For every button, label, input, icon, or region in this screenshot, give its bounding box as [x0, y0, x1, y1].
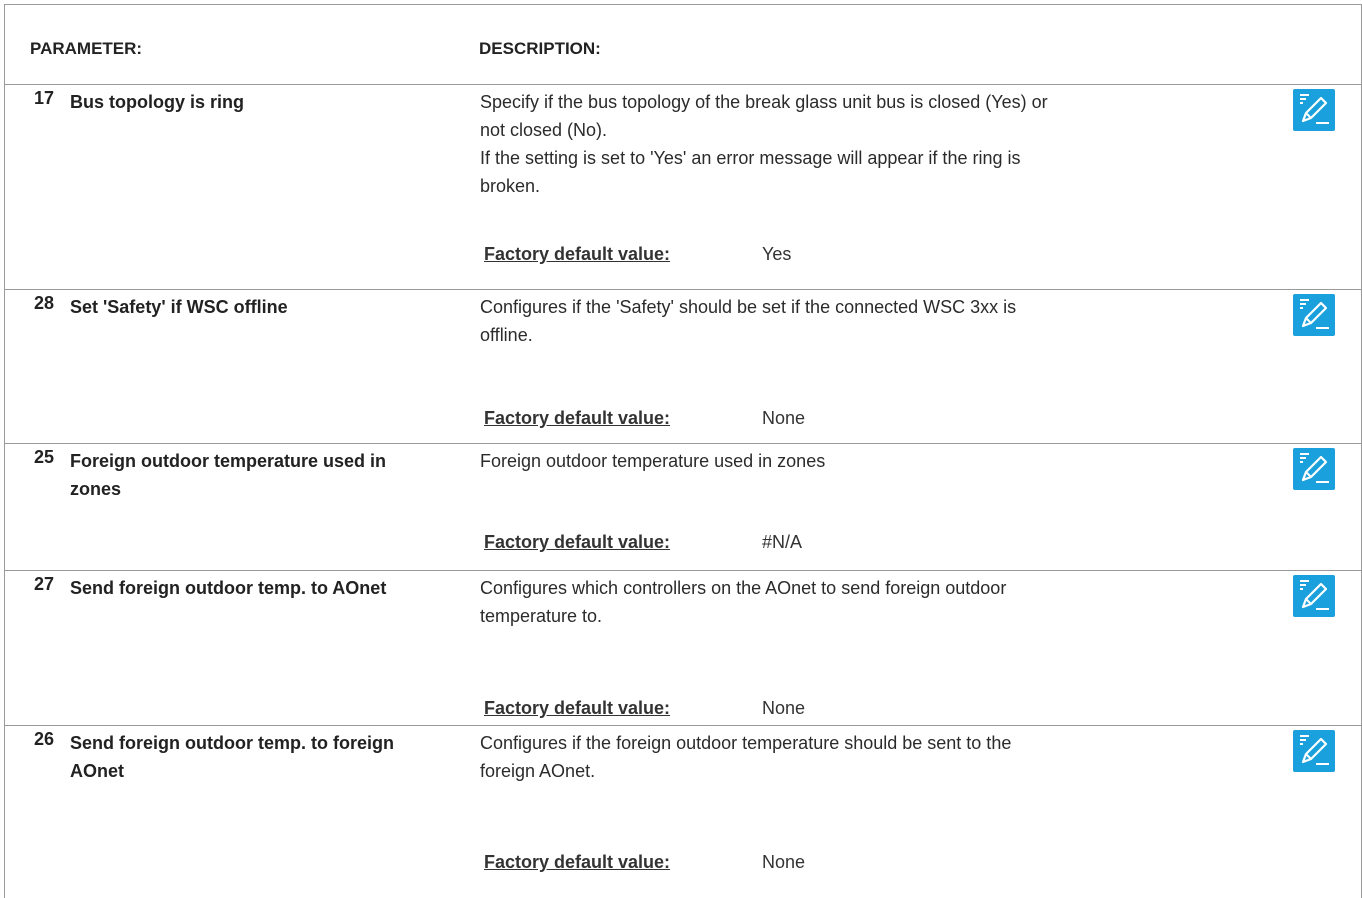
parameter-description: Configures if the 'Safety' should be set…	[480, 297, 1017, 345]
factory-default: Factory default value: #N/A	[484, 528, 802, 556]
parameter-description: Foreign outdoor temperature used in zone…	[480, 451, 826, 471]
parameter-description: Specify if the bus topology of the break…	[480, 92, 1048, 196]
description-column-header: DESCRIPTION:	[479, 39, 601, 58]
parameter-name: Foreign outdoor temperature used in zone…	[70, 451, 387, 499]
factory-default-label: Factory default value:	[484, 852, 671, 872]
table-row: 25 Foreign outdoor temperature used in z…	[5, 444, 1361, 571]
parameter-column-header: PARAMETER:	[30, 39, 143, 58]
parameter-number: 27	[34, 574, 55, 594]
factory-default: Factory default value: None	[484, 694, 805, 722]
table-row: 17 Bus topology is ring Specify if the b…	[5, 85, 1361, 290]
factory-default-value: Yes	[762, 244, 792, 264]
factory-default-label: Factory default value:	[484, 698, 671, 718]
parameter-name: Set 'Safety' if WSC offline	[70, 297, 288, 317]
edit-pencil-icon[interactable]	[1293, 448, 1335, 490]
factory-default-label: Factory default value:	[484, 244, 671, 264]
factory-default-value: None	[762, 698, 806, 718]
edit-pencil-icon[interactable]	[1293, 89, 1335, 131]
parameter-name: Send foreign outdoor temp. to foreign AO…	[70, 733, 394, 781]
edit-pencil-icon[interactable]	[1293, 730, 1335, 772]
table-row: 26 Send foreign outdoor temp. to foreign…	[5, 726, 1361, 898]
table-header: PARAMETER: DESCRIPTION:	[5, 4, 1361, 85]
parameter-number: 17	[34, 88, 55, 108]
factory-default: Factory default value: Yes	[484, 240, 791, 268]
factory-default-label: Factory default value:	[484, 532, 671, 552]
parameter-number: 28	[34, 293, 55, 313]
factory-default-value: None	[762, 408, 806, 428]
parameter-description: Configures if the foreign outdoor temper…	[480, 733, 1012, 781]
factory-default-label: Factory default value:	[484, 408, 671, 428]
parameter-number: 26	[34, 729, 55, 749]
parameter-table: PARAMETER: DESCRIPTION: 17 Bus topology …	[4, 4, 1362, 898]
factory-default-value: None	[762, 852, 806, 872]
factory-default: Factory default value: None	[484, 848, 805, 876]
parameter-name: Bus topology is ring	[70, 92, 244, 112]
edit-pencil-icon[interactable]	[1293, 575, 1335, 617]
factory-default: Factory default value: None	[484, 404, 805, 432]
factory-default-value: #N/A	[762, 532, 803, 552]
parameter-name: Send foreign outdoor temp. to AOnet	[70, 578, 387, 598]
parameter-description: Configures which controllers on the AOne…	[480, 578, 1007, 626]
parameter-number: 25	[34, 447, 55, 467]
table-row: 27 Send foreign outdoor temp. to AOnet C…	[5, 571, 1361, 726]
table-row: 28 Set 'Safety' if WSC offline Configure…	[5, 290, 1361, 444]
edit-pencil-icon[interactable]	[1293, 294, 1335, 336]
